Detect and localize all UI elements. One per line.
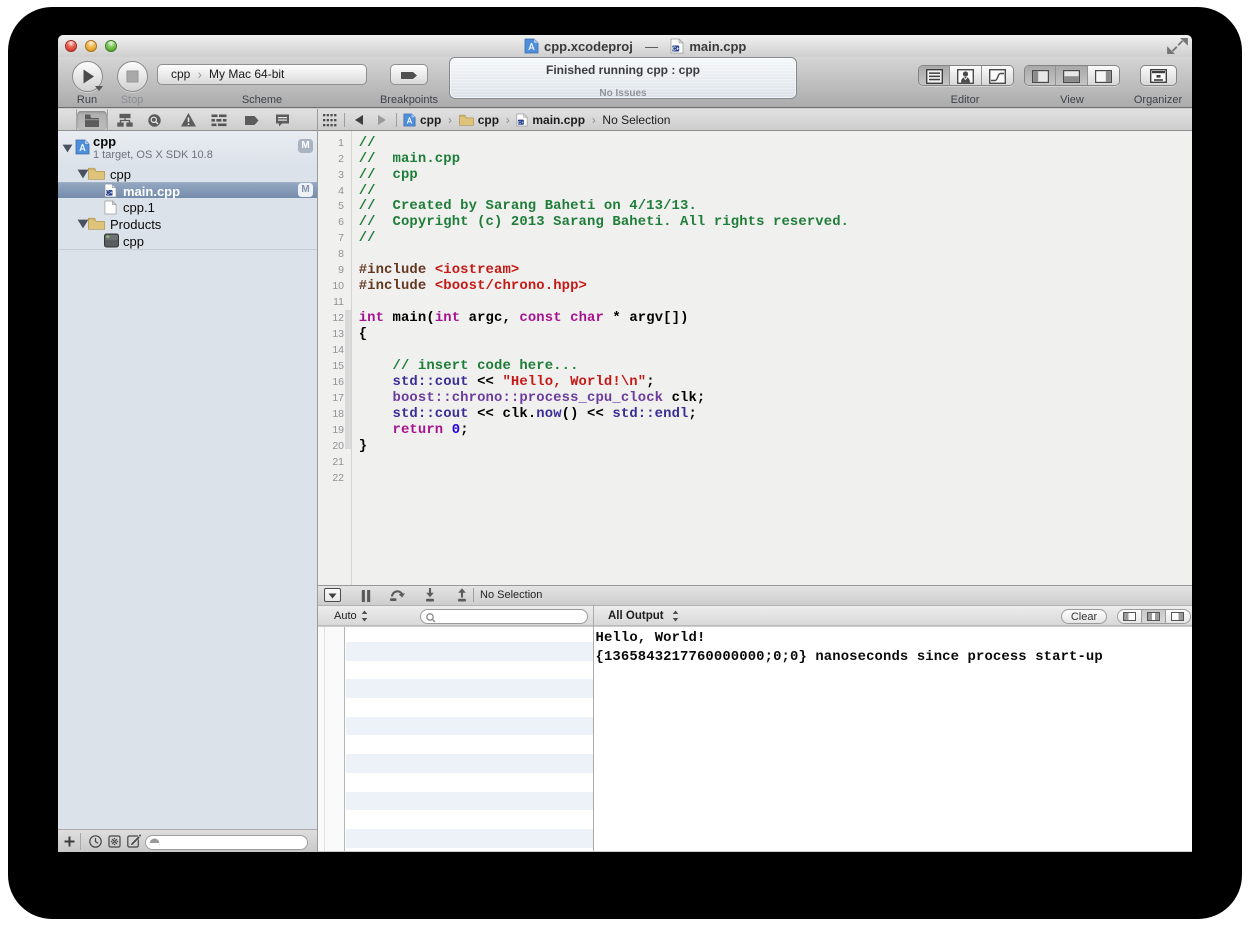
svg-text:C+: C+ — [518, 120, 524, 125]
svg-text:C+: C+ — [672, 46, 679, 52]
svg-text:C+: C+ — [106, 191, 113, 197]
